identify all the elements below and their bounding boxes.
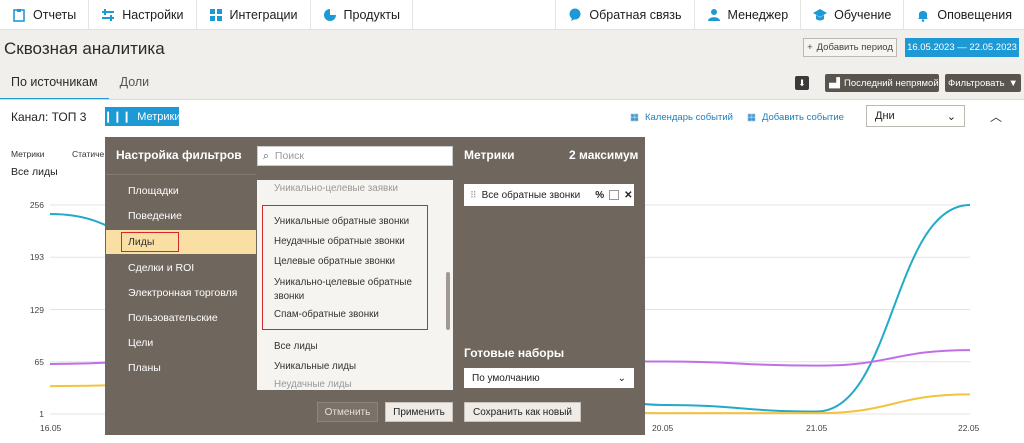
checkbox[interactable]	[609, 190, 620, 200]
close-icon[interactable]: ✕	[624, 190, 632, 201]
divider	[106, 174, 256, 175]
metric-item[interactable]: Неудачные лиды	[274, 379, 352, 390]
preset-value: По умолчанию	[472, 372, 540, 384]
search-input[interactable]: ⌕ Поиск	[257, 146, 453, 166]
category-item[interactable]: Площадки	[128, 185, 179, 197]
category-item[interactable]: Планы	[128, 362, 161, 374]
metric-item[interactable]: Все лиды	[274, 341, 318, 352]
category-item[interactable]: Цели	[128, 337, 153, 349]
search-placeholder: Поиск	[274, 150, 304, 162]
filter-modal-title: Настройка фильтров	[116, 148, 242, 162]
metrics-panel-title: Метрики	[464, 148, 515, 162]
metric-item[interactable]: Уникальные лиды	[274, 361, 356, 372]
selected-metric-label: Все обратные звонки	[481, 189, 581, 201]
category-item[interactable]: Электронная торговля	[128, 287, 237, 299]
scrollbar-thumb[interactable]	[446, 272, 450, 330]
chevron-down-icon: ⌄	[617, 372, 626, 384]
category-item[interactable]: Сделки и ROI	[128, 262, 194, 274]
drag-handle-icon[interactable]: ⠿	[470, 190, 477, 201]
preset-select[interactable]: По умолчанию ⌄	[464, 368, 634, 388]
selected-metric-chip[interactable]: ⠿ Все обратные звонки % ✕	[464, 184, 634, 206]
save-as-new-button[interactable]: Сохранить как новый	[464, 402, 581, 422]
category-item[interactable]: Поведение	[128, 210, 182, 222]
max-metrics-label: 2 максимум	[569, 148, 639, 162]
annotation-box	[262, 205, 428, 330]
metric-item[interactable]: Уникально-целевые заявки	[274, 183, 398, 194]
search-icon: ⌕	[263, 149, 269, 162]
category-item-active[interactable]: Лиды	[128, 236, 154, 248]
apply-button[interactable]: Применить	[385, 402, 453, 422]
cancel-button[interactable]: Отменить	[317, 402, 378, 422]
category-item[interactable]: Пользовательские	[128, 312, 218, 324]
presets-title: Готовые наборы	[464, 346, 565, 360]
percent-toggle[interactable]: %	[595, 190, 604, 201]
